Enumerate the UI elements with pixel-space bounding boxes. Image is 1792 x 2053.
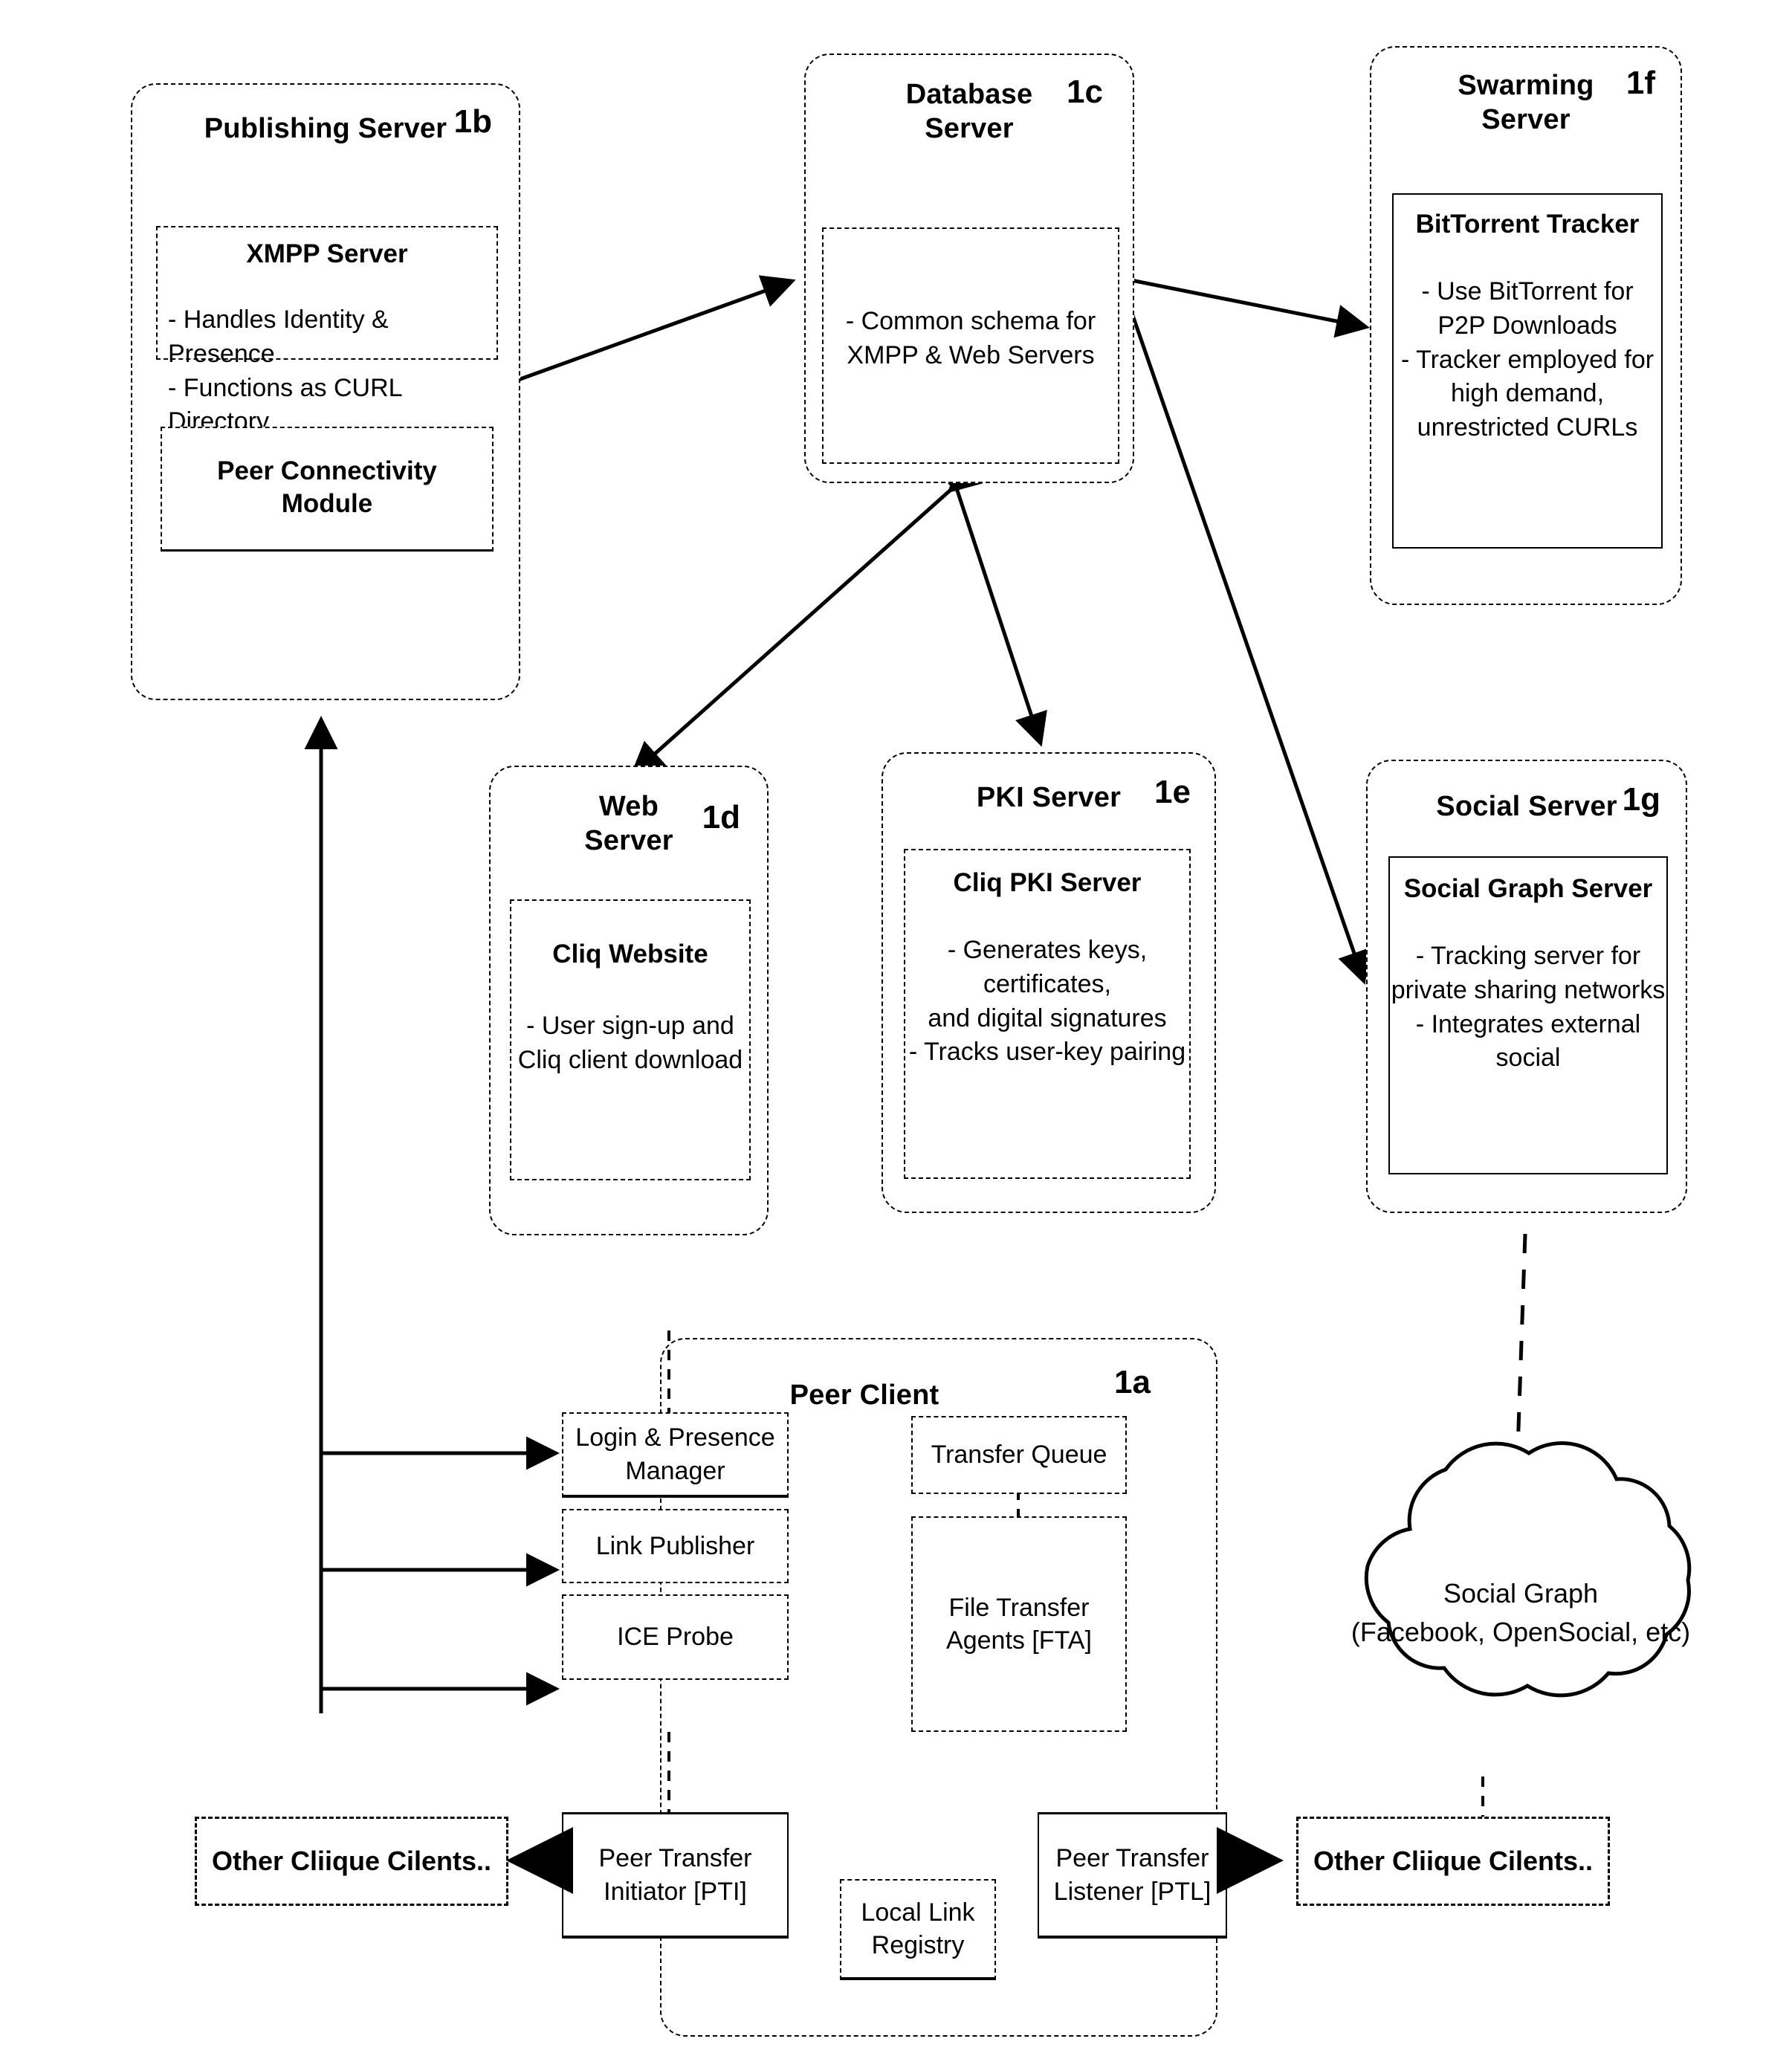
module-bittorrent-tracker-title: BitTorrent Tracker <box>1415 210 1640 239</box>
diagram-canvas: Publishing Server 1b XMPP Server - Handl… <box>0 0 1792 2053</box>
module-xmpp-server-title: XMPP Server <box>246 239 408 268</box>
external-other-clients-left-label: Other Cliique Cilents.. <box>211 1846 492 1876</box>
module-cliq-pki-server[interactable]: Cliq PKI Server - Generates keys, certif… <box>904 849 1191 1179</box>
module-login-presence-manager-label: Login & Presence Manager <box>575 1423 775 1485</box>
link-social-cloud <box>1516 1233 1527 1450</box>
external-other-clients-right-label: Other Cliique Cilents.. <box>1313 1846 1594 1876</box>
link-database-web <box>630 458 983 776</box>
module-xmpp-server[interactable]: XMPP Server - Handles Identity & Presenc… <box>156 226 498 436</box>
server-swarming[interactable]: Swarming Server 1f BitTorrent Tracker - … <box>1370 46 1682 605</box>
external-other-clients-right[interactable]: Other Cliique Cilents.. <box>1296 1817 1610 1906</box>
module-peer-transfer-listener[interactable]: Peer Transfer Listener [PTL] <box>1038 1812 1227 1939</box>
module-common-schema[interactable]: - Common schema for XMPP & Web Servers <box>822 227 1119 464</box>
server-pki-ref: 1e <box>1154 774 1191 810</box>
server-publishing-ref: 1b <box>453 103 492 140</box>
module-peer-transfer-listener-label: Peer Transfer Listener [PTL] <box>1053 1844 1212 1906</box>
server-peer-client-ref: 1a <box>1114 1364 1151 1400</box>
server-publishing[interactable]: Publishing Server 1b XMPP Server - Handl… <box>131 83 520 700</box>
server-pki[interactable]: PKI Server 1e Cliq PKI Server - Generate… <box>882 752 1216 1213</box>
module-link-publisher-label: Link Publisher <box>595 1531 755 1560</box>
server-database-ref: 1c <box>1067 74 1103 110</box>
server-web[interactable]: Web Server 1d Cliq Website - User sign-u… <box>489 766 769 1235</box>
server-web-ref: 1d <box>702 799 740 835</box>
module-peer-transfer-initiator[interactable]: Peer Transfer Initiator [PTI] <box>562 1812 789 1939</box>
module-file-transfer-agents[interactable]: File Transfer Agents [FTA] <box>911 1516 1127 1732</box>
module-cliq-website[interactable]: Cliq Website - User sign-up and Cliq cli… <box>510 899 751 1180</box>
server-social-ref: 1g <box>1622 781 1660 818</box>
server-database[interactable]: Database Server 1c - Common schema for X… <box>804 54 1134 483</box>
module-file-transfer-agents-label: File Transfer Agents [FTA] <box>946 1593 1092 1655</box>
module-xmpp-server-body: - Handles Identity & Presence - Function… <box>168 305 402 436</box>
module-bittorrent-tracker-body: - Use BitTorrent for P2P Downloads - Tra… <box>1400 277 1654 442</box>
module-bittorrent-tracker[interactable]: BitTorrent Tracker - Use BitTorrent for … <box>1392 193 1663 549</box>
module-social-graph-server-body: - Tracking server for private sharing ne… <box>1391 941 1666 1073</box>
module-link-publisher[interactable]: Link Publisher <box>562 1509 789 1583</box>
module-peer-transfer-initiator-label: Peer Transfer Initiator [PTI] <box>598 1844 752 1906</box>
module-ice-probe[interactable]: ICE Probe <box>562 1594 789 1680</box>
external-other-clients-left[interactable]: Other Cliique Cilents.. <box>195 1817 508 1906</box>
server-peer-client-title: Peer Client <box>789 1380 939 1411</box>
module-transfer-queue-label: Transfer Queue <box>931 1441 1107 1470</box>
module-ice-probe-label: ICE Probe <box>617 1623 734 1652</box>
module-cliq-website-title: Cliq Website <box>552 940 708 969</box>
module-peer-connectivity-title: Peer Connectivity Module <box>217 456 437 518</box>
module-cliq-website-body: - User sign-up and Cliq client download <box>517 1011 743 1074</box>
social-graph-cloud-label: Social Graph (Facebook, OpenSocial, etc) <box>1351 1578 1691 1648</box>
module-social-graph-server-title: Social Graph Server <box>1403 874 1653 903</box>
module-login-presence-manager[interactable]: Login & Presence Manager <box>562 1412 789 1498</box>
module-common-schema-body: - Common schema for XMPP & Web Servers <box>845 307 1096 369</box>
module-cliq-pki-server-body: - Generates keys, certificates, and digi… <box>908 935 1186 1067</box>
link-database-pki <box>932 456 1047 747</box>
module-local-link-registry-label: Local Link Registry <box>861 1898 975 1959</box>
link-database-swarming <box>1102 259 1370 338</box>
link-publishing-database <box>486 275 796 405</box>
social-graph-cloud[interactable]: Social Graph (Facebook, OpenSocial, etc) <box>1320 1435 1721 1776</box>
server-swarming-ref: 1f <box>1626 65 1655 101</box>
server-social[interactable]: Social Server 1g Social Graph Server - T… <box>1366 760 1687 1213</box>
module-local-link-registry[interactable]: Local Link Registry <box>840 1879 996 1980</box>
module-transfer-queue[interactable]: Transfer Queue <box>911 1416 1127 1494</box>
module-peer-connectivity[interactable]: Peer Connectivity Module <box>161 427 494 552</box>
module-social-graph-server[interactable]: Social Graph Server - Tracking server fo… <box>1388 856 1668 1174</box>
module-cliq-pki-server-title: Cliq PKI Server <box>953 868 1142 897</box>
